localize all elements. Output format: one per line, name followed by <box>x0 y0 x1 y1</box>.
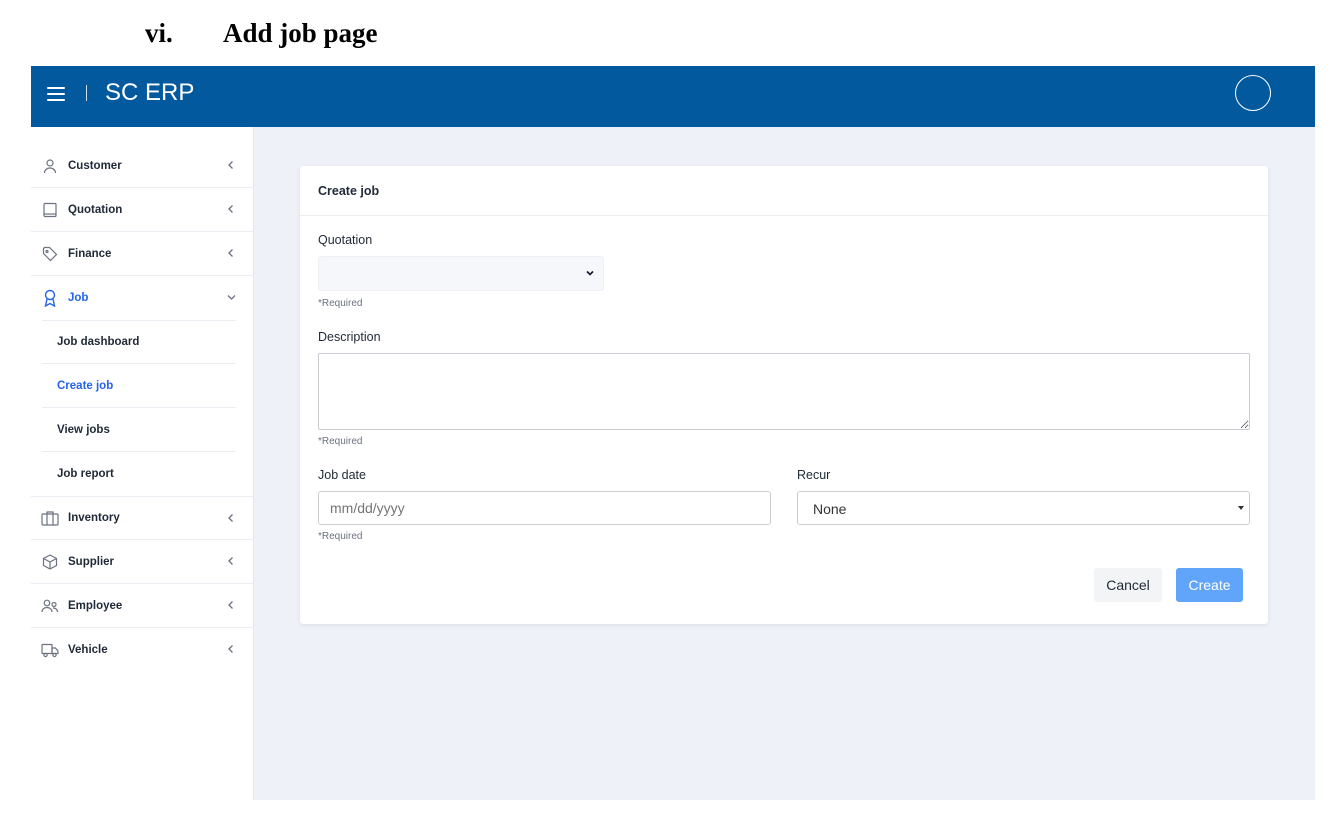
sidebar-item-label: Vehicle <box>68 644 108 656</box>
dropdown-arrow-icon <box>1238 506 1244 510</box>
sidebar-nav: Customer Quotation Finance Job Job dashb… <box>31 144 254 672</box>
sidebar: Customer Quotation Finance Job Job dashb… <box>31 127 254 800</box>
job-date-required-hint: *Required <box>318 531 363 542</box>
chevron-left-icon <box>228 557 233 565</box>
sidebar-item-label: Finance <box>68 247 112 260</box>
truck-icon <box>41 641 59 659</box>
sidebar-item-label: Inventory <box>68 512 120 524</box>
card-title: Create job <box>300 166 1268 216</box>
app-window: SC ERP Customer Quotation Finance Job Jo… <box>31 66 1315 800</box>
sidebar-item-vehicle[interactable]: Vehicle <box>31 628 254 672</box>
chevron-left-icon <box>228 645 233 653</box>
users-icon <box>41 597 59 615</box>
sidebar-subitem-job-dashboard[interactable]: Job dashboard <box>42 320 236 364</box>
description-required-hint: *Required <box>318 436 363 447</box>
job-date-input[interactable] <box>318 491 771 525</box>
briefcase-icon <box>41 509 59 527</box>
sidebar-item-customer[interactable]: Customer <box>31 144 254 188</box>
quotation-select[interactable] <box>318 256 604 291</box>
sidebar-item-label: Quotation <box>68 203 123 216</box>
document-heading: vi. Add job page <box>145 18 378 49</box>
sidebar-item-label: Employee <box>68 599 123 612</box>
sidebar-item-label: Supplier <box>68 555 115 568</box>
sidebar-item-finance[interactable]: Finance <box>31 232 254 276</box>
description-label: Description <box>318 330 381 344</box>
chevron-down-icon <box>227 295 236 300</box>
sidebar-item-label: Job <box>68 292 89 304</box>
sidebar-subitem-view-jobs[interactable]: View jobs <box>42 408 236 452</box>
job-date-label: Job date <box>318 468 366 482</box>
create-job-card: Create job Quotation *Required Descripti… <box>300 166 1268 624</box>
user-icon <box>41 157 59 175</box>
chevron-left-icon <box>228 514 233 522</box>
box-icon <box>41 553 59 571</box>
award-icon <box>41 289 59 307</box>
heading-title: Add job page <box>223 18 378 48</box>
chevron-left-icon <box>228 249 233 257</box>
sidebar-subitem-job-report[interactable]: Job report <box>42 452 236 496</box>
sidebar-item-inventory[interactable]: Inventory <box>31 496 254 540</box>
sidebar-item-job[interactable]: Job <box>31 276 254 320</box>
brand-title[interactable]: SC ERP <box>105 79 194 107</box>
recur-select[interactable]: None <box>797 491 1250 525</box>
book-icon <box>41 201 59 219</box>
sidebar-item-quotation[interactable]: Quotation <box>31 188 254 232</box>
sidebar-subitem-create-job[interactable]: Create job <box>42 364 236 408</box>
header-divider <box>86 85 87 101</box>
chevron-down-icon <box>586 270 594 276</box>
hamburger-menu-icon[interactable] <box>47 86 67 102</box>
quotation-label: Quotation <box>318 233 373 247</box>
create-button[interactable]: Create <box>1176 568 1243 602</box>
sidebar-item-employee[interactable]: Employee <box>31 584 254 628</box>
top-bar: SC ERP <box>31 66 1315 127</box>
chevron-left-icon <box>228 205 233 213</box>
quotation-required-hint: *Required <box>318 298 363 309</box>
chevron-left-icon <box>228 161 233 169</box>
recur-label: Recur <box>797 468 831 482</box>
heading-number: vi. <box>145 18 173 48</box>
user-avatar[interactable] <box>1235 75 1271 111</box>
description-textarea[interactable] <box>318 353 1250 430</box>
cancel-button[interactable]: Cancel <box>1094 568 1162 602</box>
sidebar-item-label: Customer <box>68 159 122 172</box>
sidebar-item-supplier[interactable]: Supplier <box>31 540 254 584</box>
recur-selected-value: None <box>813 501 847 517</box>
chevron-left-icon <box>228 601 233 609</box>
tag-icon <box>41 245 59 263</box>
